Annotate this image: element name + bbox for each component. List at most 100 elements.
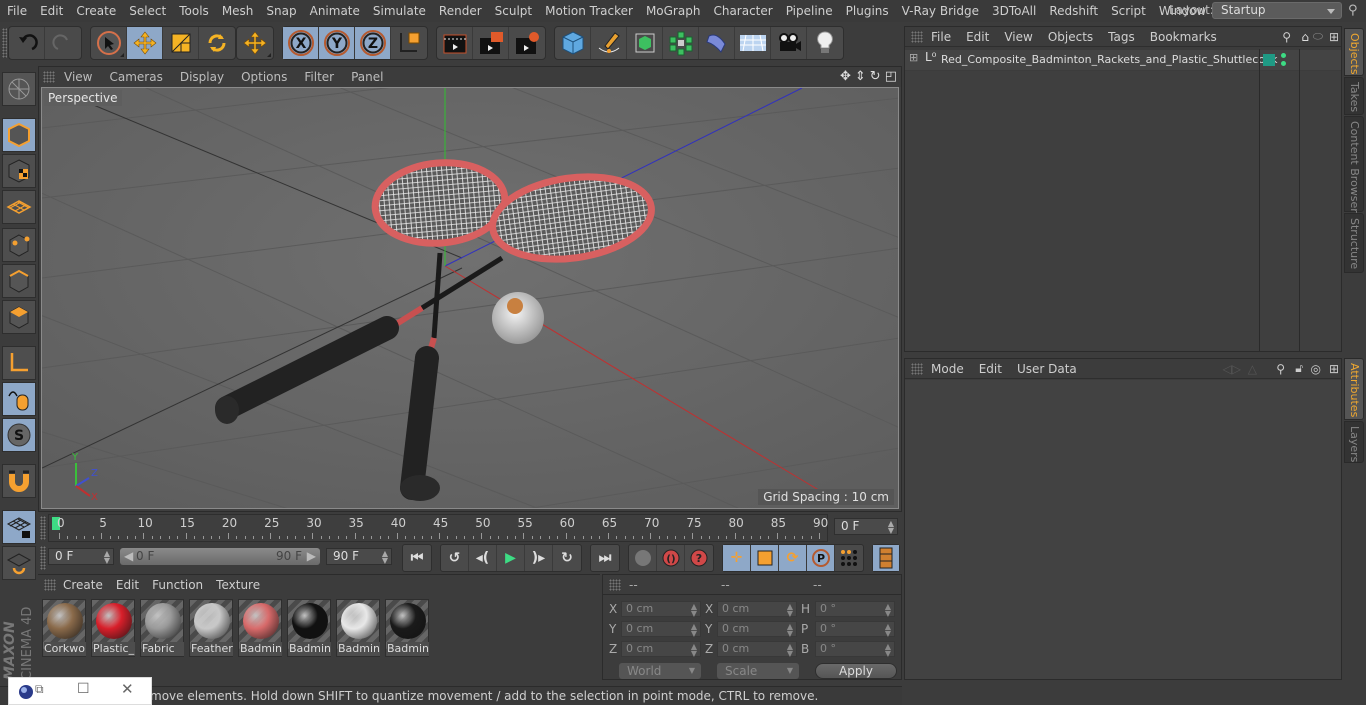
- coordinate-system-button[interactable]: [391, 27, 427, 59]
- timeline-ruler[interactable]: 0 5 10 15 20 25 30 35 40 45 50 55 60 65 70 75 80 85 90: [48, 514, 828, 542]
- position-field[interactable]: 0 cm ▲ ▼: [621, 601, 701, 618]
- prev-frame-button[interactable]: ◂(: [469, 545, 497, 571]
- points-mode-button[interactable]: [2, 228, 36, 262]
- end-frame-field[interactable]: 90 F ▲ ▼: [326, 548, 392, 565]
- rotation-field[interactable]: 0 ° ▲ ▼: [815, 621, 895, 638]
- transport-grip[interactable]: [40, 546, 46, 570]
- vp-menu-panel[interactable]: Panel: [342, 70, 391, 84]
- obj-menu-file[interactable]: File: [923, 30, 958, 44]
- timeline-grip[interactable]: [40, 516, 46, 540]
- tweak-mode-button[interactable]: [2, 382, 36, 416]
- menu-mograph[interactable]: MoGraph: [639, 0, 707, 22]
- search-icon[interactable]: ⚲: [1348, 3, 1358, 18]
- position-field[interactable]: 0 cm ▲ ▼: [621, 621, 701, 638]
- spinner-icon[interactable]: ▲ ▼: [888, 520, 894, 535]
- target-icon[interactable]: ◎: [1311, 362, 1321, 376]
- workplane-rotate-button[interactable]: [2, 546, 36, 580]
- snap-button[interactable]: S: [2, 418, 36, 452]
- undo-button[interactable]: [9, 27, 45, 59]
- prev-key-button[interactable]: ↺: [441, 545, 469, 571]
- home-icon[interactable]: ⌂: [1301, 30, 1309, 44]
- live-selection-button[interactable]: [91, 27, 127, 59]
- range-left-arrow-icon[interactable]: ◀: [124, 548, 133, 565]
- menu-edit[interactable]: Edit: [33, 0, 69, 22]
- range-right-arrow-icon[interactable]: ▶: [307, 548, 316, 565]
- material-swatch[interactable]: Badmint: [238, 599, 282, 657]
- menu-select[interactable]: Select: [122, 0, 172, 22]
- layout-dropdown[interactable]: Startup: [1212, 2, 1342, 19]
- spinner-icon[interactable]: ▲ ▼: [382, 550, 388, 565]
- size-field[interactable]: 0 cm ▲ ▼: [717, 601, 797, 618]
- camera-button[interactable]: [771, 27, 807, 59]
- texture-mode-button[interactable]: [2, 154, 36, 188]
- polygons-mode-button[interactable]: [2, 300, 36, 334]
- up-icon[interactable]: △: [1248, 362, 1257, 376]
- orbit-icon[interactable]: ↻: [870, 69, 881, 84]
- magnet-button[interactable]: [2, 464, 36, 498]
- tab-attributes[interactable]: Attributes: [1344, 358, 1364, 420]
- y-axis-lock-button[interactable]: Y: [319, 27, 355, 59]
- back-icon[interactable]: ◁▷: [1223, 362, 1241, 376]
- goto-start-button[interactable]: ⏮: [403, 545, 431, 571]
- start-frame-field[interactable]: 0 F ▲ ▼: [48, 548, 114, 565]
- vp-menu-cameras[interactable]: Cameras: [100, 70, 170, 84]
- move-button[interactable]: [127, 27, 163, 59]
- render-active-button[interactable]: [473, 27, 509, 59]
- workplane-lock-button[interactable]: [2, 510, 36, 544]
- coordinates-grip[interactable]: [609, 579, 621, 591]
- mat-menu-texture[interactable]: Texture: [209, 578, 266, 592]
- menu-vray-bridge[interactable]: V-Ray Bridge: [895, 0, 985, 22]
- render-settings-button[interactable]: [509, 27, 545, 59]
- menu-3dtoall[interactable]: 3DToAll: [985, 0, 1042, 22]
- vp-menu-display[interactable]: Display: [171, 70, 232, 84]
- material-grip[interactable]: [44, 579, 56, 591]
- search-icon[interactable]: ⚲: [1282, 30, 1291, 44]
- material-swatch[interactable]: Corkwo: [42, 599, 86, 657]
- material-swatch[interactable]: Feathers: [189, 599, 233, 657]
- current-frame-field[interactable]: 0 F ▲ ▼: [834, 518, 898, 535]
- rotate-button[interactable]: [199, 27, 235, 59]
- mat-menu-function[interactable]: Function: [145, 578, 209, 592]
- close-icon[interactable]: ✕: [121, 680, 134, 698]
- menu-render[interactable]: Render: [432, 0, 488, 22]
- vp-menu-filter[interactable]: Filter: [295, 70, 342, 84]
- viewport-grip[interactable]: [43, 71, 55, 83]
- size-field[interactable]: 0 cm ▲ ▼: [717, 641, 797, 658]
- spinner-icon[interactable]: ▲ ▼: [885, 623, 891, 638]
- spinner-icon[interactable]: ▲ ▼: [691, 603, 697, 618]
- mat-menu-create[interactable]: Create: [56, 578, 109, 592]
- tab-content-browser[interactable]: Content Browser: [1344, 116, 1364, 213]
- menu-redshift[interactable]: Redshift: [1042, 0, 1104, 22]
- menu-plugins[interactable]: Plugins: [839, 0, 895, 22]
- attr-menu-edit[interactable]: Edit: [971, 362, 1009, 376]
- apply-button[interactable]: Apply: [815, 663, 897, 679]
- key-parameter-button[interactable]: P: [807, 545, 835, 571]
- attr-menu-user-data[interactable]: User Data: [1009, 362, 1084, 376]
- transform-mode-dropdown[interactable]: Scale ▼: [717, 663, 799, 679]
- obj-menu-bookmarks[interactable]: Bookmarks: [1142, 30, 1224, 44]
- obj-menu-tags[interactable]: Tags: [1100, 30, 1142, 44]
- keyframe-selection-button[interactable]: ?: [685, 545, 713, 571]
- deformer-button[interactable]: [699, 27, 735, 59]
- vp-menu-options[interactable]: Options: [232, 70, 295, 84]
- subdivision-button[interactable]: [627, 27, 663, 59]
- cube-button[interactable]: [555, 27, 591, 59]
- mat-menu-edit[interactable]: Edit: [109, 578, 145, 592]
- menu-mesh[interactable]: Mesh: [215, 0, 260, 22]
- menu-sculpt[interactable]: Sculpt: [488, 0, 538, 22]
- spinner-icon[interactable]: ▲ ▼: [691, 643, 697, 658]
- workplane-button[interactable]: [2, 190, 36, 224]
- tab-structure[interactable]: Structure: [1344, 213, 1364, 273]
- coordinate-space-dropdown[interactable]: World ▼: [619, 663, 701, 679]
- lock-icon[interactable]: 🔓︎: [1295, 361, 1303, 376]
- menu-simulate[interactable]: Simulate: [366, 0, 432, 22]
- pen-button[interactable]: [591, 27, 627, 59]
- redo-button[interactable]: [45, 27, 81, 59]
- viewport-canvas[interactable]: Y Z X Perspective Grid Spacing : 10 cm: [41, 87, 899, 509]
- material-swatch[interactable]: Badmint: [336, 599, 380, 657]
- spinner-icon[interactable]: ▲ ▼: [691, 623, 697, 638]
- x-axis-lock-button[interactable]: X: [283, 27, 319, 59]
- position-field[interactable]: 0 cm ▲ ▼: [621, 641, 701, 658]
- key-pla-button[interactable]: [835, 545, 863, 571]
- spinner-icon[interactable]: ▲ ▼: [787, 643, 793, 658]
